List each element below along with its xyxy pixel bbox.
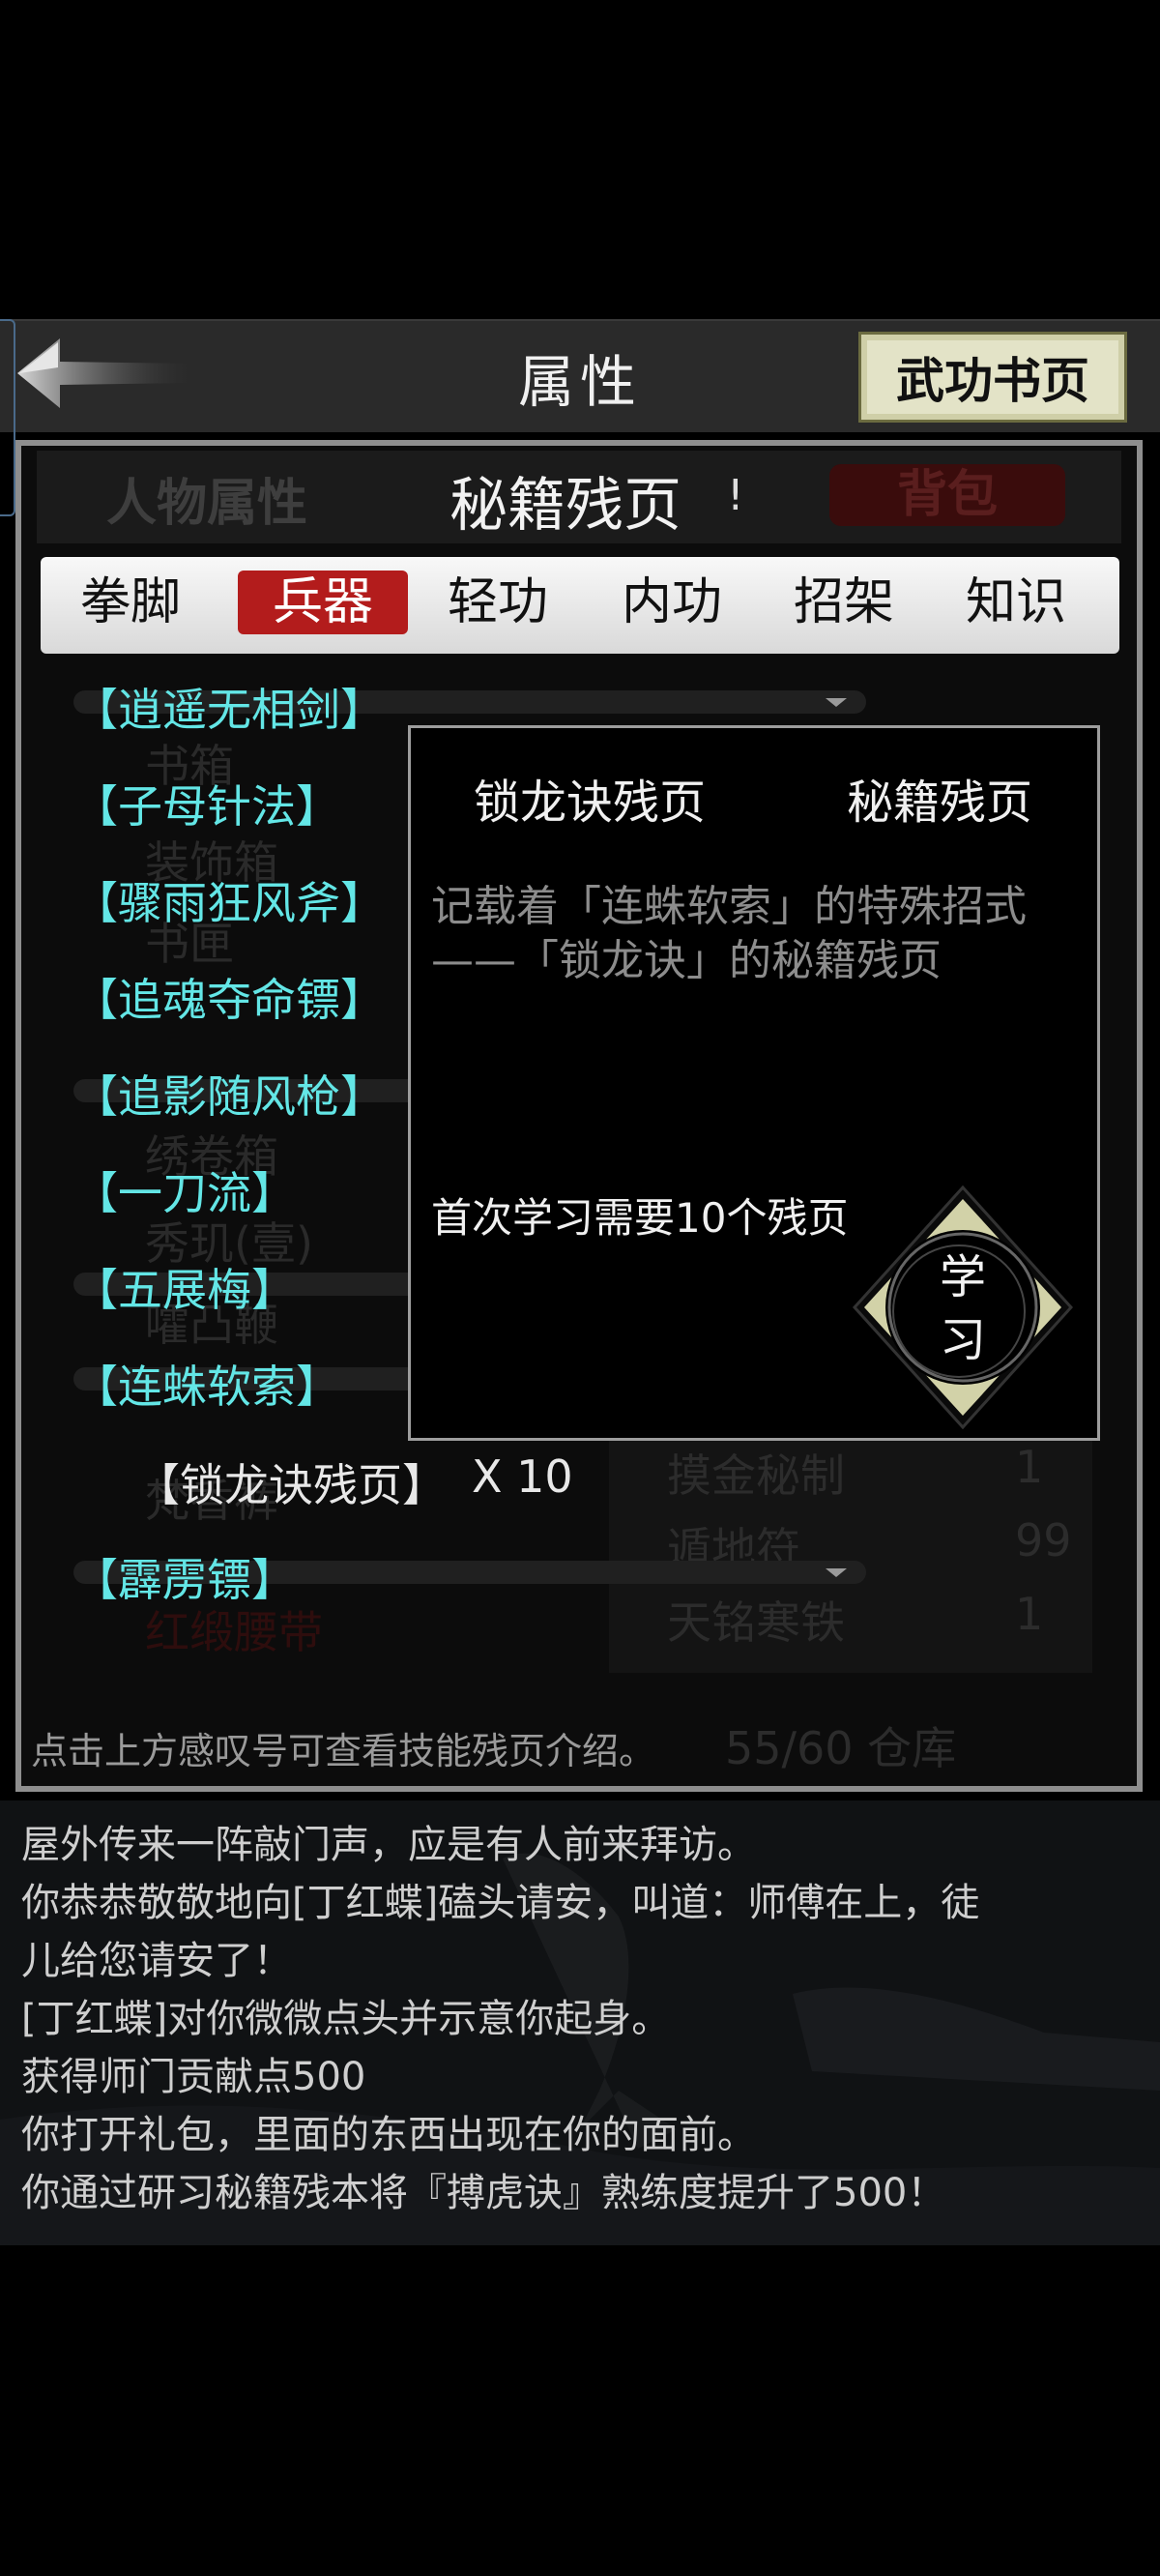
- ghost-store-count: 1: [1015, 1588, 1044, 1640]
- popup-item-type: 秘籍残页: [847, 776, 1033, 830]
- popup-description: 记载着「连蛛软索」的特殊招式——「锁龙诀」的秘籍残页: [431, 882, 1027, 985]
- log-line: [丁红蝶]对你微微点头并示意你起身。: [21, 1997, 671, 2041]
- fragment-name[interactable]: 【锁龙诀残页】: [135, 1450, 447, 1514]
- ghost-store-count: 1: [1015, 1441, 1044, 1493]
- skill-item[interactable]: 【五展梅】: [73, 1255, 296, 1319]
- skill-item[interactable]: 【逍遥无相剑】: [73, 675, 385, 739]
- category-knowledge[interactable]: 知识: [953, 571, 1079, 634]
- tab-character[interactable]: 人物属性: [106, 462, 338, 535]
- log-line: 你打开礼包，里面的东西出现在你的面前。: [21, 2113, 756, 2157]
- skillbook-pages-button[interactable]: 武功书页: [858, 332, 1127, 423]
- category-lightness[interactable]: 轻功: [435, 571, 561, 634]
- skillbook-pages-label: 武功书页: [867, 340, 1118, 414]
- log-line: 获得师门贡献点500: [21, 2055, 366, 2099]
- category-weapon[interactable]: 兵器: [238, 571, 408, 634]
- ghost-store-count: 99: [1015, 1514, 1072, 1566]
- skill-item[interactable]: 【霹雳镖】: [73, 1545, 296, 1609]
- popup-requirement: 首次学习需要10个残页: [431, 1194, 849, 1242]
- chevron-down-icon[interactable]: [826, 1568, 847, 1577]
- log-line: 屋外传来一阵敲门声，应是有人前来拜访。: [21, 1823, 756, 1867]
- log-line: 你恭恭敬敬地向[丁红蝶]磕头请安，叫道：师傅在上，徒: [21, 1881, 980, 1925]
- page-title: 属性: [517, 349, 642, 415]
- category-fist[interactable]: 拳脚: [68, 571, 193, 634]
- ghost-store-item: 摸金秘制: [667, 1449, 845, 1502]
- learn-label-top: 学: [940, 1250, 986, 1304]
- hint-text: 点击上方感叹号可查看技能残页介绍。: [31, 1730, 656, 1772]
- skill-item[interactable]: 【一刀流】: [73, 1158, 296, 1222]
- tab-bag[interactable]: 背包: [829, 464, 1065, 526]
- back-arrow-icon[interactable]: [17, 335, 191, 412]
- log-text: 屋外传来一阵敲门声，应是有人前来拜访。 你恭恭敬敬地向[丁红蝶]磕头请安，叫道：…: [21, 1816, 1143, 2222]
- tab-skill-pages[interactable]: 秘籍残页: [450, 458, 720, 542]
- log-line: 儿给您请安了！: [21, 1939, 292, 1983]
- category-bar: 拳脚 兵器 轻功 内功 招架 知识: [41, 557, 1119, 654]
- chevron-down-icon[interactable]: [826, 698, 847, 707]
- learn-button[interactable]: 学 习: [849, 1182, 1077, 1433]
- skill-item[interactable]: 【追魂夺命镖】: [73, 965, 385, 1029]
- side-handle[interactable]: [0, 319, 15, 516]
- log-line: 你通过研习秘籍残本将『搏虎诀』熟练度提升了500！: [21, 2171, 946, 2215]
- skill-item[interactable]: 【追影随风枪】: [73, 1062, 385, 1126]
- fragment-count: X 10: [472, 1450, 573, 1503]
- learn-label-bottom: 习: [940, 1313, 986, 1367]
- skill-item[interactable]: 【骤雨狂风斧】: [73, 868, 385, 932]
- skill-item[interactable]: 【连蛛软索】: [73, 1352, 340, 1416]
- category-parry[interactable]: 招架: [781, 571, 907, 634]
- skill-item[interactable]: 【子母针法】: [73, 772, 340, 835]
- ghost-storage-counter: 55/60 仓库: [725, 1722, 957, 1774]
- popup-item-name: 锁龙诀残页: [474, 776, 707, 830]
- category-inner[interactable]: 内功: [609, 571, 735, 634]
- alert-icon[interactable]: !: [727, 471, 744, 520]
- ghost-store-item: 天铭寒铁: [667, 1596, 845, 1649]
